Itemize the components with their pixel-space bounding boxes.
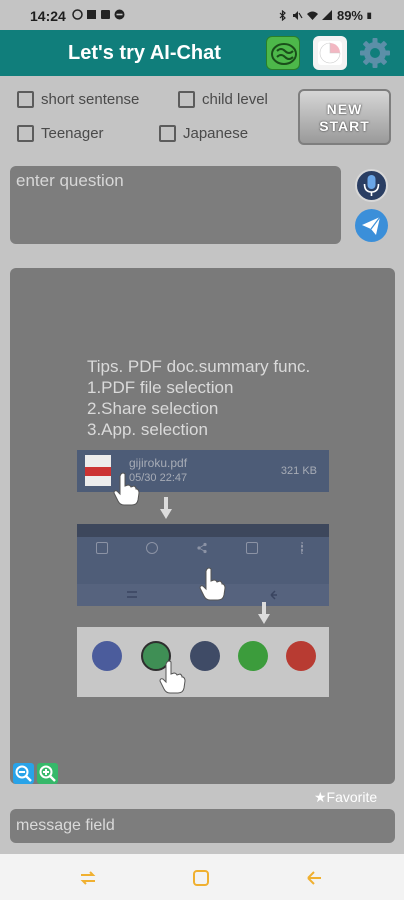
app-choice xyxy=(187,641,223,675)
tips-line: Tips. PDF doc.summary func. xyxy=(87,357,311,376)
recent-apps-icon[interactable] xyxy=(78,868,98,888)
microphone-icon xyxy=(363,175,380,196)
gear-icon xyxy=(360,38,390,68)
hearing-mode-icon xyxy=(271,43,297,65)
japanese-checkbox[interactable] xyxy=(159,125,176,142)
child-level-option[interactable]: child level xyxy=(178,91,268,108)
app-bar: Let's try AI-Chat xyxy=(0,30,404,76)
hearing-mode-button[interactable] xyxy=(266,36,300,70)
tips-line: 3.App. selection xyxy=(87,420,208,439)
chart-button[interactable] xyxy=(313,36,347,70)
teenager-label: Teenager xyxy=(41,125,104,142)
short-sentence-label: short sentense xyxy=(41,91,140,108)
pointing-hand-icon xyxy=(113,472,140,506)
send-button[interactable] xyxy=(355,209,388,242)
short-sentence-checkbox[interactable] xyxy=(17,91,34,108)
question-placeholder: enter question xyxy=(16,171,124,190)
zoom-out-icon xyxy=(15,765,32,782)
zoom-in-icon xyxy=(39,765,56,782)
chart-icon xyxy=(318,41,342,65)
bluetooth-icon xyxy=(279,10,286,21)
status-left-icons xyxy=(72,9,125,20)
question-input[interactable]: enter question xyxy=(10,166,341,244)
image-icon xyxy=(87,10,96,19)
pointing-hand-icon xyxy=(199,567,226,601)
app-title: Let's try AI-Chat xyxy=(68,42,221,64)
share-item xyxy=(232,542,272,558)
message-placeholder: message field xyxy=(16,817,115,834)
share-item xyxy=(182,542,222,558)
down-arrow-icon xyxy=(160,497,172,519)
share-topband xyxy=(77,524,329,537)
share-item xyxy=(82,542,122,558)
short-sentence-option[interactable]: short sentense xyxy=(17,91,139,108)
down-arrow-icon xyxy=(258,602,270,624)
battery-icon xyxy=(367,12,372,19)
pdf-file-icon xyxy=(85,455,111,486)
share-item xyxy=(282,542,322,558)
voice-input-button[interactable] xyxy=(355,169,388,202)
child-level-checkbox[interactable] xyxy=(178,91,195,108)
tips-file-size: 321 KB xyxy=(280,465,317,477)
signal-icon xyxy=(321,10,332,20)
status-bar: 14:24 89% xyxy=(0,0,404,30)
favorite-link[interactable]: ★Favorite xyxy=(314,789,377,806)
app-choice xyxy=(283,641,319,675)
new-start-button[interactable]: NEW START xyxy=(298,89,391,145)
app-choice xyxy=(89,641,125,675)
tips-text: Tips. PDF doc.summary func. 1.PDF file s… xyxy=(87,356,310,440)
send-icon xyxy=(362,216,381,235)
tips-app-illustration xyxy=(77,627,329,697)
tips-line: 1.PDF file selection xyxy=(87,378,234,397)
status-right-icons: 89% xyxy=(277,8,374,23)
gallery-icon xyxy=(101,10,110,19)
status-time: 14:24 xyxy=(30,8,66,24)
message-field[interactable]: message field xyxy=(10,809,395,843)
share-item xyxy=(132,542,172,558)
zoom-out-button[interactable] xyxy=(13,763,34,784)
child-level-label: child level xyxy=(202,91,268,108)
do-not-disturb-icon xyxy=(114,9,125,20)
new-start-line2: START xyxy=(319,118,370,134)
teenager-option[interactable]: Teenager xyxy=(17,125,104,142)
tips-file-name: gijiroku.pdf xyxy=(129,456,188,470)
japanese-option[interactable]: Japanese xyxy=(159,125,248,142)
home-icon[interactable] xyxy=(191,868,211,888)
system-nav-bar xyxy=(0,854,404,900)
wifi-icon xyxy=(306,11,318,20)
back-icon[interactable] xyxy=(304,868,324,888)
mute-icon xyxy=(292,11,303,20)
data-saver-icon xyxy=(72,9,83,20)
settings-button[interactable] xyxy=(358,36,392,70)
battery-percent: 89% xyxy=(336,8,363,23)
tips-line: 2.Share selection xyxy=(87,399,219,418)
zoom-in-button[interactable] xyxy=(37,763,58,784)
app-choice xyxy=(235,641,271,675)
teenager-checkbox[interactable] xyxy=(17,125,34,142)
pointing-hand-icon xyxy=(159,660,186,694)
japanese-label: Japanese xyxy=(183,125,249,142)
new-start-line1: NEW xyxy=(326,101,363,117)
